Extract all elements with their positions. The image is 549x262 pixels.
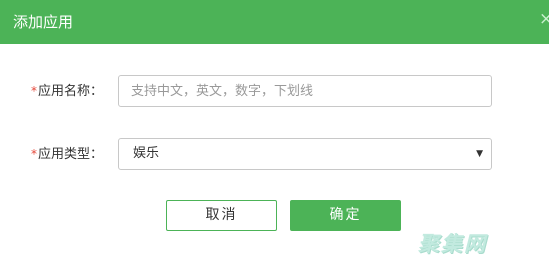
dialog-header: 添加应用 × [0,0,549,44]
app-type-label-text: 应用类型： [38,147,104,162]
app-type-selected-value: 娱乐 [133,146,160,161]
app-type-select[interactable]: 娱乐 ▼ [118,138,492,170]
required-mark: * [31,147,37,161]
app-type-label: *应用类型： [31,138,103,170]
app-name-label: *应用名称： [31,75,103,107]
chevron-down-icon: ▼ [476,149,483,159]
close-icon[interactable]: × [539,9,549,29]
app-name-label-text: 应用名称： [38,84,104,99]
app-type-row: *应用类型： 娱乐 ▼ [0,138,549,170]
dialog-title: 添加应用 [13,13,74,31]
confirm-button[interactable]: 确定 [290,200,401,231]
cancel-button[interactable]: 取消 [166,200,277,231]
app-name-input[interactable] [118,75,492,107]
add-app-dialog: 添加应用 × *应用名称： *应用类型： 娱乐 ▼ 取消 确定 聚集网 [0,0,549,262]
watermark-logo: 聚集网 [418,232,487,256]
app-name-row: *应用名称： [0,75,549,107]
required-mark: * [31,84,37,98]
